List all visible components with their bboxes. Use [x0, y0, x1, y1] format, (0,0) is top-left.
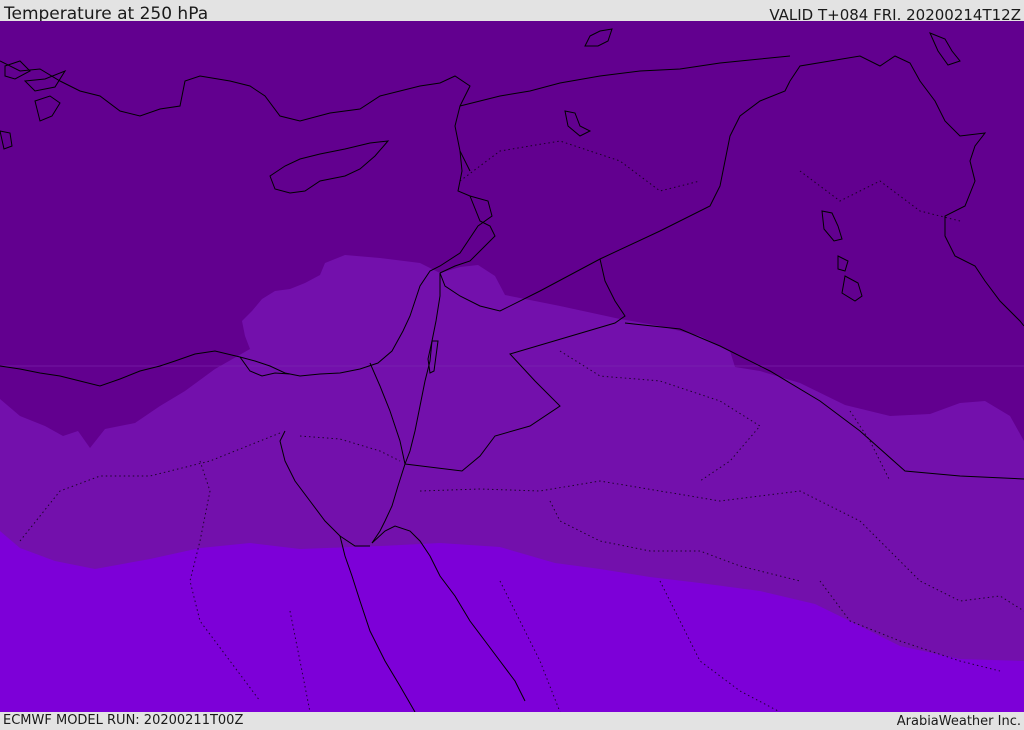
- footer-bar: ECMWF MODEL RUN: 20200211T00Z ArabiaWeat…: [0, 712, 1024, 729]
- header-bar: Temperature at 250 hPa VALID T+084 FRI. …: [0, 0, 1024, 24]
- provider-label: ArabiaWeather Inc.: [896, 714, 1021, 729]
- model-run-label: ECMWF MODEL RUN: 20200211T00Z: [3, 713, 244, 728]
- weather-map[interactable]: [0, 21, 1024, 712]
- map-canvas: [0, 21, 1024, 712]
